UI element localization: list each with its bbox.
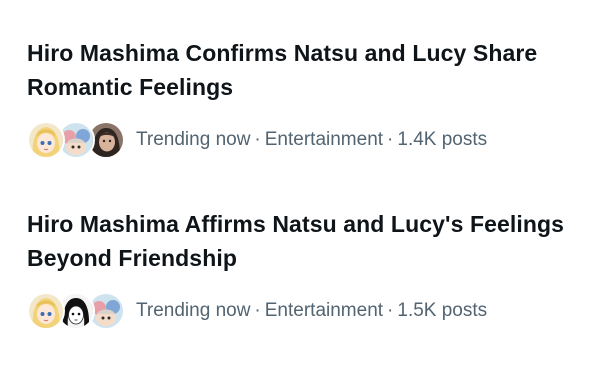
trend-item[interactable]: Hiro Mashima Affirms Natsu and Lucy's Fe… <box>27 207 587 331</box>
trend-meta-text: Trending now · Entertainment · 1.5K posts <box>136 300 487 322</box>
trend-meta: Trending now · Entertainment · 1.5K posts <box>27 291 587 331</box>
trend-meta: Trending now · Entertainment · 1.4K posts <box>27 120 587 160</box>
lucy-avatar <box>27 292 65 330</box>
lucy-avatar <box>27 121 65 159</box>
trend-meta-text: Trending now · Entertainment · 1.4K posts <box>136 129 487 151</box>
meta-separator: · <box>387 129 394 150</box>
trending-feed: Hiro Mashima Confirms Natsu and Lucy Sha… <box>0 0 607 369</box>
trend-headline[interactable]: Hiro Mashima Confirms Natsu and Lucy Sha… <box>27 36 587 104</box>
meta-separator: · <box>254 300 261 321</box>
trend-status: Trending now <box>136 129 251 150</box>
avatar-stack <box>27 292 127 330</box>
trend-category: Entertainment <box>264 300 384 321</box>
trend-category: Entertainment <box>264 129 384 150</box>
trend-post-count: 1.5K posts <box>397 300 488 321</box>
trend-post-count: 1.4K posts <box>397 129 488 150</box>
avatar-stack <box>27 121 127 159</box>
meta-separator: · <box>254 129 261 150</box>
meta-separator: · <box>387 300 394 321</box>
trend-item[interactable]: Hiro Mashima Confirms Natsu and Lucy Sha… <box>27 36 587 160</box>
trend-status: Trending now <box>136 300 251 321</box>
trend-headline[interactable]: Hiro Mashima Affirms Natsu and Lucy's Fe… <box>27 207 587 275</box>
